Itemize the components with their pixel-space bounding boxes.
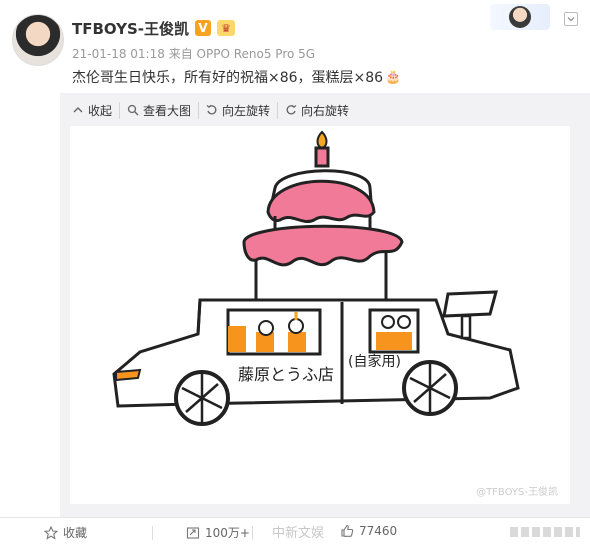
repost-button[interactable]: 100万+ xyxy=(186,524,250,541)
post-body: 杰伦哥生日快乐，所有好的祝福×86，蛋糕层×86 xyxy=(72,70,384,86)
star-icon xyxy=(44,525,58,540)
rotate-left-label: 向左旋转 xyxy=(222,103,271,118)
like-button[interactable]: 77460 xyxy=(340,524,397,538)
magnify-icon xyxy=(127,104,139,116)
name-row: TFBOYS-王俊凯 V ♛ xyxy=(72,17,236,39)
source-device: OPPO Reno5 Pro 5G xyxy=(196,47,316,61)
image-watermark: @TFBOYS-王俊凯 xyxy=(476,487,558,498)
username[interactable]: TFBOYS-王俊凯 xyxy=(72,18,189,39)
post-meta: 21-01-18 01:18 来自 OPPO Reno5 Pro 5G xyxy=(72,45,315,62)
source-prefix: 来自 xyxy=(168,47,193,61)
post-text: 杰伦哥生日快乐，所有好的祝福×86，蛋糕层×86 🎂 xyxy=(72,67,401,87)
member-crown-icon: ♛ xyxy=(217,20,236,36)
rotate-right-icon xyxy=(286,104,297,115)
cake-car-drawing: 藤原とうふ店 (自家用) xyxy=(112,130,520,426)
post-menu-button[interactable] xyxy=(564,12,578,26)
post-image[interactable]: 藤原とうふ店 (自家用) @TFBOYS-王俊凯 xyxy=(70,126,570,504)
rotate-right-label: 向右旋转 xyxy=(301,103,350,118)
favorite-button[interactable]: 收藏 xyxy=(44,524,87,541)
footer-overlay-bar xyxy=(510,527,580,537)
footer-divider xyxy=(152,526,153,540)
cake-emoji-icon: 🎂 xyxy=(385,69,402,85)
rotate-left-button[interactable]: 向左旋转 xyxy=(198,101,277,119)
like-count: 77460 xyxy=(359,524,398,538)
drawing-shop-subtext: (自家用) xyxy=(348,353,401,370)
footer-divider xyxy=(252,526,253,540)
collapse-icon xyxy=(73,107,83,113)
overlay-watermark: 中新文娱 xyxy=(272,526,325,541)
rotate-right-button[interactable]: 向右旋转 xyxy=(277,101,356,119)
collapse-button[interactable]: 收起 xyxy=(72,102,119,119)
image-toolbar: 收起 查看大图 向左旋转 向右旋转 xyxy=(72,100,356,120)
drawing-shop-text: 藤原とうふ店 xyxy=(238,365,334,384)
sticker-avatar-icon xyxy=(509,6,531,28)
avatar[interactable] xyxy=(12,14,64,66)
view-large-button[interactable]: 查看大图 xyxy=(119,101,198,119)
repost-icon xyxy=(186,526,200,539)
favorite-label: 收藏 xyxy=(63,526,88,540)
view-large-label: 查看大图 xyxy=(143,103,192,118)
verified-badge-icon: V xyxy=(195,20,212,36)
profile-sticker xyxy=(490,4,550,30)
rotate-left-icon xyxy=(206,104,217,115)
post-footer: 收藏 100万+ 中新文娱 77460 xyxy=(0,517,590,546)
collapse-label: 收起 xyxy=(88,103,113,118)
chevron-down-icon xyxy=(567,17,575,22)
timestamp[interactable]: 21-01-18 01:18 xyxy=(72,47,165,61)
repost-count: 100万+ xyxy=(205,526,250,540)
thumbs-up-icon xyxy=(341,524,354,537)
